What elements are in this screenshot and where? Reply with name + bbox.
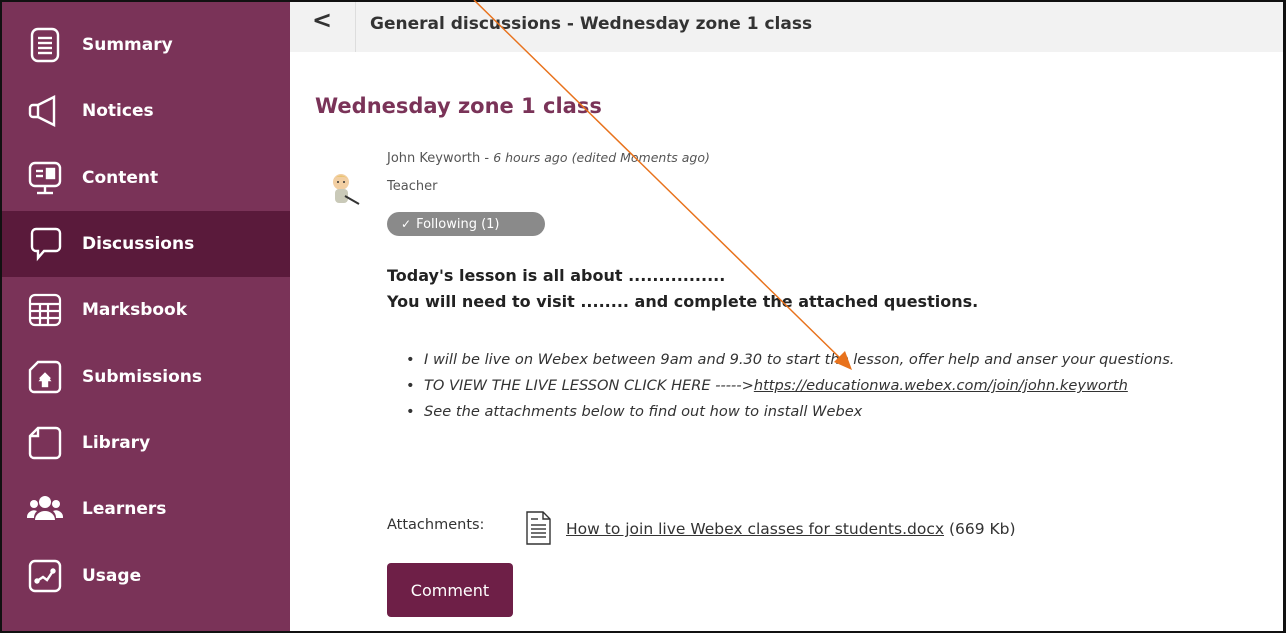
post-body: Today's lesson is all about ............… [387,263,978,315]
list-item: See the attachments below to find out ho… [406,399,1174,425]
sidebar-item-learners[interactable]: Learners [2,476,290,542]
list-document-icon [26,26,64,64]
bullet-text: See the attachments below to find out ho… [424,403,863,420]
sidebar-item-usage[interactable]: Usage [2,543,290,609]
following-button[interactable]: ✓ Following (1) [387,212,545,236]
webex-join-link[interactable]: https://educationwa.webex.com/join/john.… [754,377,1128,394]
megaphone-icon [26,92,64,130]
sidebar-item-label: Discussions [82,234,195,254]
list-item: TO VIEW THE LIVE LESSON CLICK HERE -----… [406,373,1174,399]
meta-separator: - [480,151,494,166]
body-line: Today's lesson is all about ............… [387,266,726,285]
back-button[interactable]: < [290,2,356,52]
post-time: 6 hours ago [493,150,568,165]
post-bullet-list: I will be live on Webex between 9am and … [406,347,1175,425]
attachment-item: How to join live Webex classes for stude… [566,520,1016,538]
chevron-left-icon: < [312,6,333,34]
attachment-link[interactable]: How to join live Webex classes for stude… [566,520,944,538]
edited-time: (edited Moments ago) [571,150,710,165]
sidebar-item-discussions[interactable]: Discussions [2,211,290,277]
post-meta: John Keyworth - 6 hours ago (edited Mome… [387,150,710,166]
sidebar-item-label: Usage [82,566,142,586]
upload-icon [26,358,64,396]
sidebar-item-label: Notices [82,101,154,121]
following-label: Following (1) [416,216,500,232]
sidebar-item-label: Learners [82,499,167,519]
sidebar-item-content[interactable]: Content [2,145,290,211]
sidebar: Summary Notices Content Discussions Mark… [2,2,290,631]
people-icon [26,490,64,528]
sidebar-item-marksbook[interactable]: Marksbook [2,277,290,343]
bullet-text: TO VIEW THE LIVE LESSON CLICK HERE -----… [424,377,754,394]
avatar[interactable] [323,170,363,210]
sidebar-item-label: Content [82,168,159,188]
breadcrumb-title: General discussions - Wednesday zone 1 c… [370,14,813,34]
speech-bubble-icon [26,225,64,263]
attachments-label: Attachments: [387,517,485,533]
page-title: Wednesday zone 1 class [315,94,602,118]
sidebar-item-label: Marksbook [82,300,188,320]
sidebar-item-library[interactable]: Library [2,410,290,476]
bullet-text: I will be live on Webex between 9am and … [424,351,1175,368]
sidebar-item-label: Summary [82,35,173,55]
document-icon[interactable] [525,511,551,545]
sidebar-item-summary[interactable]: Summary [2,12,290,78]
line-chart-icon [26,557,64,595]
check-icon: ✓ [401,217,412,231]
comment-button[interactable]: Comment [387,563,513,617]
header-bar: < General discussions - Wednesday zone 1… [290,2,1283,52]
body-line: You will need to visit ........ and comp… [387,292,979,311]
sidebar-item-label: Library [82,433,151,453]
author-name[interactable]: John Keyworth [387,151,480,166]
attachment-size: (669 Kb) [948,520,1016,538]
spreadsheet-icon [26,291,64,329]
folder-icon [26,424,64,462]
monitor-icon [26,159,64,197]
author-role: Teacher [387,179,438,194]
sidebar-item-notices[interactable]: Notices [2,78,290,144]
sidebar-item-label: Submissions [82,367,203,387]
sidebar-item-submissions[interactable]: Submissions [2,344,290,410]
list-item: I will be live on Webex between 9am and … [406,347,1175,373]
